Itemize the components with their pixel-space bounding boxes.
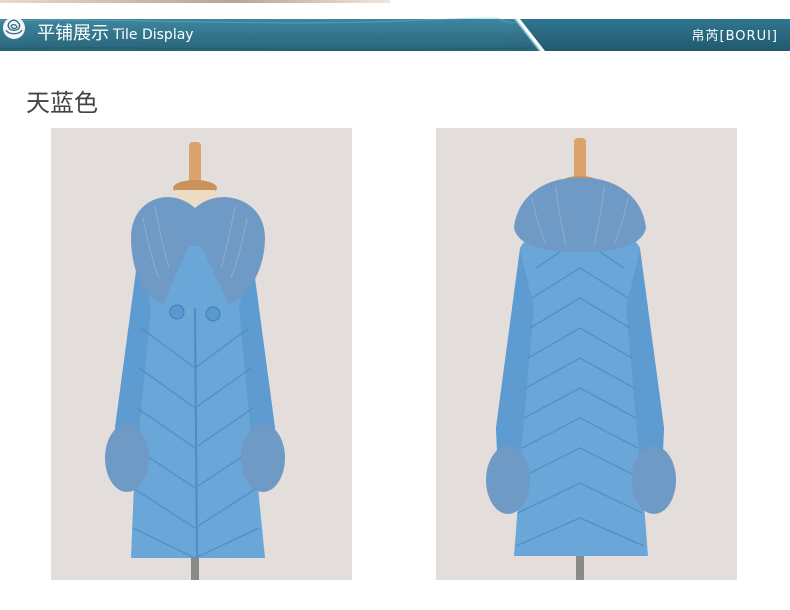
rose-logo-icon bbox=[3, 17, 25, 39]
brand-label: 帛芮[BORUI] bbox=[691, 29, 778, 44]
coat-front-photo bbox=[51, 128, 352, 580]
top-image-strip bbox=[0, 0, 390, 3]
section-banner: 平铺展示 Tile Display 帛芮[BORUI] bbox=[0, 15, 790, 55]
banner-title-cn: 平铺展示 bbox=[37, 23, 109, 44]
banner-title: 平铺展示 Tile Display bbox=[37, 23, 194, 46]
banner-title-en: Tile Display bbox=[113, 27, 194, 43]
coat-back-photo bbox=[436, 128, 737, 580]
color-name-heading: 天蓝色 bbox=[26, 89, 98, 117]
